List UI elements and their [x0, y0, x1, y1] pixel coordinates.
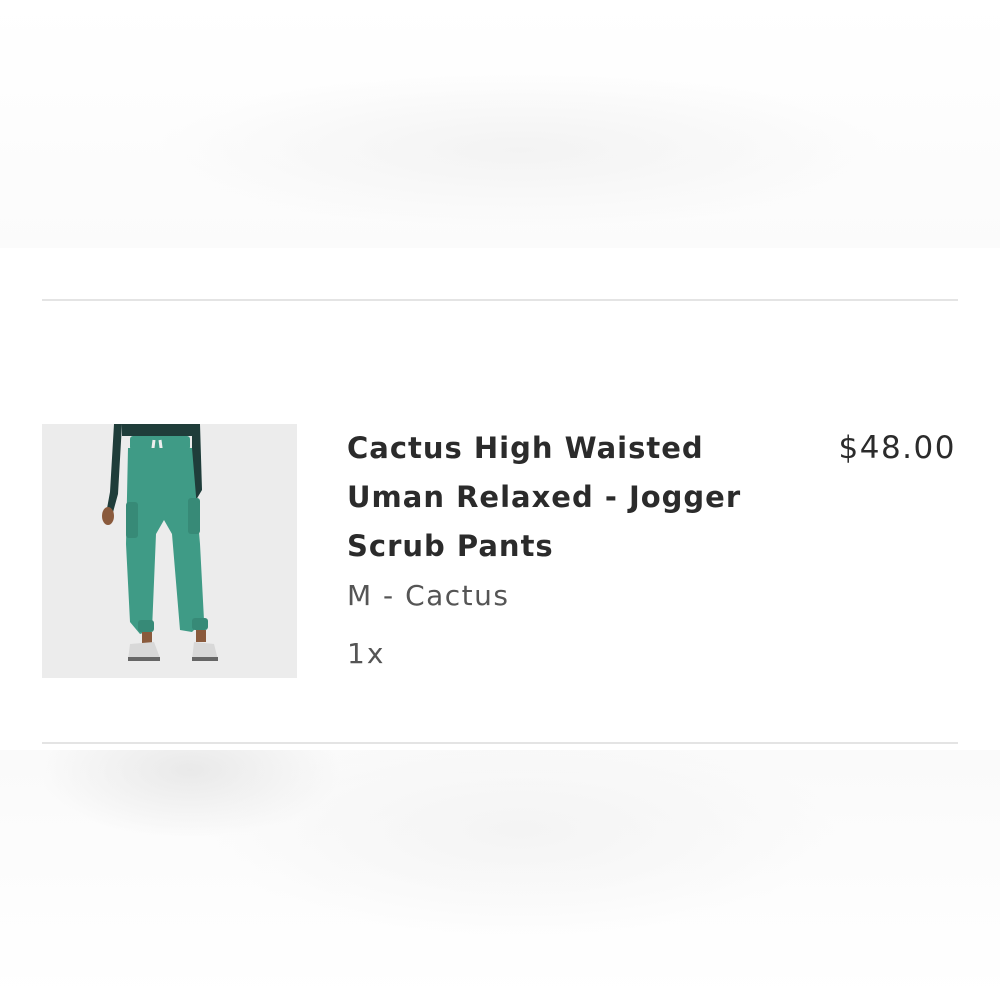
- order-summary-page: Cactus High Waisted Uman Relaxed - Jogge…: [0, 0, 1000, 1000]
- cart-item-card: Cactus High Waisted Uman Relaxed - Jogge…: [0, 248, 1000, 750]
- divider-top: [42, 299, 958, 301]
- jogger-pants-photo-icon: [42, 424, 297, 678]
- product-quantity: 1x: [347, 637, 386, 670]
- product-price: $48.00: [838, 430, 956, 466]
- blurred-background-top: [0, 0, 1000, 248]
- blurred-background-bottom: [0, 750, 1000, 1000]
- product-title[interactable]: Cactus High Waisted Uman Relaxed - Jogge…: [347, 424, 787, 571]
- product-variant: M - Cactus: [347, 579, 510, 612]
- divider-bottom: [42, 742, 958, 744]
- product-image[interactable]: [42, 424, 297, 678]
